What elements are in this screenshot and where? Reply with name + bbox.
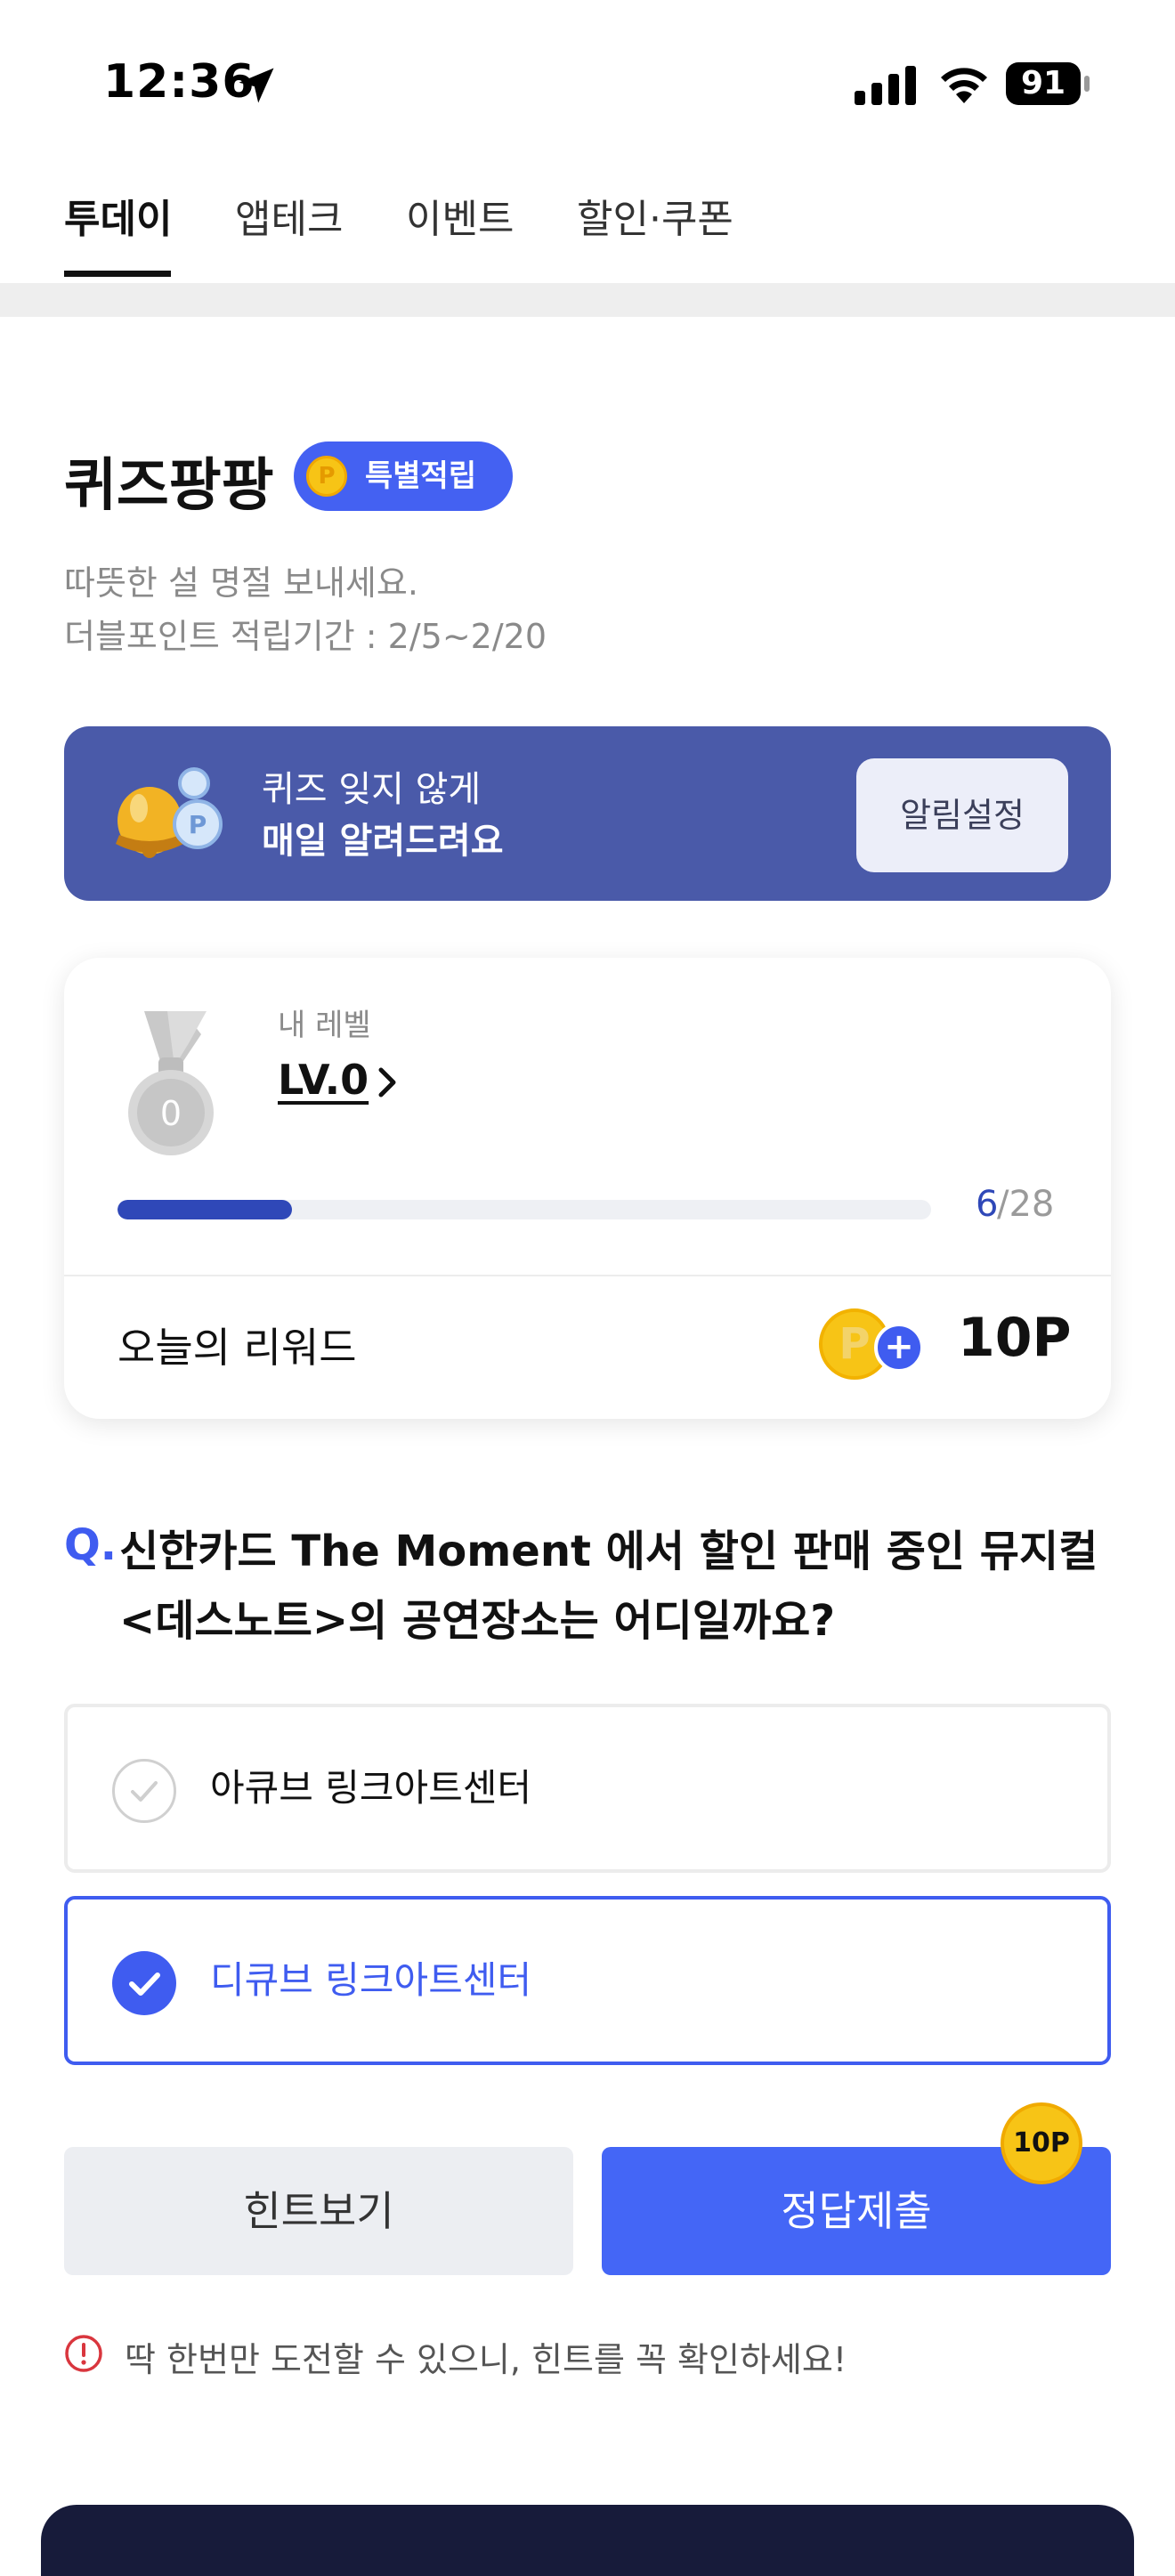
answer-option-1[interactable]: 아큐브 링크아트센터	[64, 1704, 1111, 1873]
progress-current: 6	[976, 1184, 999, 1225]
badge-label: 특별적립	[365, 458, 477, 494]
plus-icon: +	[874, 1323, 924, 1373]
level-progress-fill	[118, 1200, 292, 1219]
tab-apptech[interactable]: 앱테크	[235, 187, 343, 244]
card-divider	[64, 1275, 1111, 1276]
answer-option-label: 아큐브 링크아트센터	[210, 1766, 532, 1810]
special-earning-badge: P 특별적립	[294, 441, 513, 511]
level-progress-bar	[118, 1200, 931, 1219]
answer-option-2[interactable]: 디큐브 링크아트센터	[64, 1896, 1111, 2065]
level-link[interactable]: LV.0	[278, 1056, 369, 1104]
chevron-right-icon[interactable]	[374, 1065, 401, 1100]
level-card: 0 내 레벨 LV.0 6 /28 오늘의 리워드 P + 10P	[64, 958, 1111, 1419]
page-title: 퀴즈팡팡	[64, 453, 274, 519]
tab-event[interactable]: 이벤트	[406, 187, 514, 244]
bottom-sheet-edge	[41, 2505, 1134, 2576]
progress-total: /28	[997, 1184, 1055, 1225]
tab-discount-coupon[interactable]: 할인·쿠폰	[577, 187, 733, 244]
hint-button[interactable]: 힌트보기	[64, 2147, 573, 2275]
my-level-label: 내 레벨	[278, 1008, 371, 1043]
banner-text-line2: 매일 알려드려요	[262, 821, 504, 862]
subtitle-period: 더블포인트 적립기간 : 2/5~2/20	[64, 617, 547, 656]
submit-point-badge: 10P	[1001, 2102, 1082, 2184]
alarm-settings-button[interactable]: 알림설정	[856, 758, 1068, 872]
active-tab-indicator	[64, 271, 171, 277]
svg-text:P: P	[189, 810, 207, 839]
battery-icon: 91	[1006, 62, 1091, 105]
check-circle-icon	[112, 1759, 176, 1823]
banner-text-line1: 퀴즈 잊지 않게	[262, 769, 482, 810]
subtitle-greeting: 따뜻한 설 명절 보내세요.	[64, 563, 418, 603]
wifi-icon	[941, 68, 987, 103]
bell-icon: P	[116, 767, 223, 858]
cellular-signal-icon	[855, 66, 916, 105]
notification-banner: P 퀴즈 잊지 않게 매일 알려드려요 알림설정	[64, 726, 1111, 901]
answer-option-label: 디큐브 링크아트센터	[210, 1958, 532, 2002]
section-divider	[0, 283, 1175, 317]
status-time: 12:36	[103, 55, 255, 109]
medal-number: 0	[160, 1094, 182, 1133]
question-marker: Q.	[64, 1520, 118, 1570]
location-arrow-icon	[239, 68, 274, 103]
point-coin-icon: P	[306, 456, 347, 497]
question-text: 신한카드 The Moment 에서 할인 판매 중인 뮤지컬 <데스노트>의 …	[119, 1527, 1098, 1646]
today-reward-value: 10P	[958, 1307, 1072, 1369]
battery-percent: 91	[1020, 65, 1066, 101]
alert-circle-icon	[65, 2335, 102, 2372]
warning-text: 딱 한번만 도전할 수 있으니, 힌트를 꼭 확인하세요!	[125, 2340, 847, 2379]
check-circle-icon	[112, 1951, 176, 2015]
today-reward-label: 오늘의 리워드	[118, 1324, 357, 1372]
tab-today[interactable]: 투데이	[64, 187, 172, 244]
medal-icon: 0	[128, 1011, 214, 1155]
